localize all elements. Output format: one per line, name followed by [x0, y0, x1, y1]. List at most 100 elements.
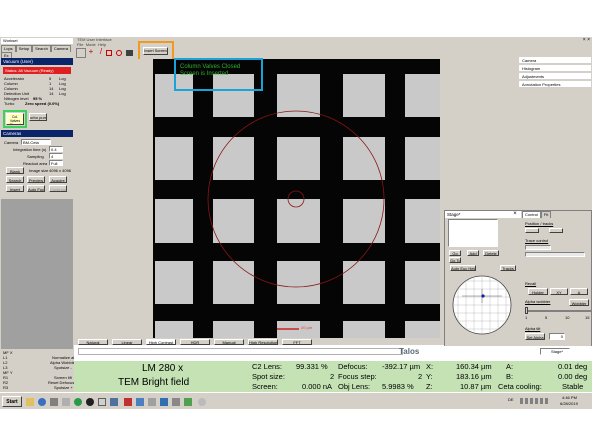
trace-input-2[interactable]	[525, 252, 585, 257]
xy-button[interactable]: XY	[550, 288, 568, 295]
right-item-histogram[interactable]: Histogram	[519, 65, 591, 72]
taskbar-app-icon[interactable]	[136, 398, 144, 406]
holder-button[interactable]: Holder	[528, 288, 548, 295]
vacuum-row-unit: Log	[59, 91, 66, 96]
readout-select[interactable]: Full	[49, 160, 63, 166]
stage-selector[interactable]: Stage*	[540, 348, 570, 355]
vacuum-body: Status: All Vacuum (Ready) Accelerator 5…	[1, 65, 73, 130]
taskbar-app-icon[interactable]	[110, 398, 118, 406]
right-item-adjustments[interactable]: Adjustments	[519, 73, 591, 80]
stage-delete-button[interactable]: Delete	[483, 250, 499, 256]
acquire-button[interactable]: Acquire	[49, 176, 67, 183]
stage-control-tabs: Control Fit	[522, 211, 592, 218]
tracks-button[interactable]: Tracks	[500, 265, 516, 271]
tab-search[interactable]: Search	[32, 45, 51, 52]
stage-add-button[interactable]: Add	[467, 250, 479, 256]
stage-small-button[interactable]	[525, 228, 539, 233]
select-icon[interactable]	[76, 48, 86, 58]
recall-label: Recall	[525, 281, 537, 286]
taskbar-app-icon[interactable]	[86, 398, 94, 406]
defocus-label: Defocus:	[338, 362, 368, 371]
vacuum-header[interactable]: Vacuum (User)	[1, 58, 73, 65]
auto-focus-button[interactable]: Auto Focus	[27, 185, 45, 192]
clock-date[interactable]: 6/28/2019	[560, 401, 578, 406]
tray-icons	[520, 398, 548, 404]
taskbar-app-icon[interactable]	[172, 398, 180, 406]
integration-input[interactable]: 0.4	[49, 146, 63, 152]
col-valves-closed-button[interactable]: Col. Valves Closed	[6, 113, 24, 125]
position-tracks-label: Position / tracks	[525, 221, 554, 226]
continuous-button[interactable]: Continuous	[49, 185, 67, 192]
y-label: Y:	[426, 372, 433, 381]
ceta-label: Ceta cooling:	[498, 382, 542, 391]
sampling-select[interactable]: 4	[49, 153, 63, 159]
integration-label: Integration time (s)	[13, 147, 47, 152]
insert-screen-button[interactable]: Insert Screen	[143, 47, 168, 55]
circle-icon[interactable]	[116, 50, 122, 56]
tab-hdr[interactable]: HDR	[180, 339, 210, 345]
clock-time[interactable]: 4:46 PM	[562, 395, 577, 400]
tab-manual[interactable]: Manual	[214, 339, 244, 345]
x-label: X:	[426, 362, 434, 371]
status-input[interactable]	[78, 348, 403, 355]
taskbar-app-icon[interactable]	[26, 398, 34, 406]
right-item-camera[interactable]: Camera	[519, 57, 591, 64]
col-valves-highlight: Col. Valves Closed	[3, 110, 27, 128]
image-size-value: 4096 x 4096	[49, 168, 72, 173]
taskbar-app-icon[interactable]	[50, 398, 58, 406]
line-icon[interactable]: /	[96, 48, 106, 58]
alpha-value-input[interactable]: 0	[549, 333, 565, 340]
stage-goto-button[interactable]: Go To	[449, 257, 461, 263]
a-button[interactable]: A	[570, 288, 588, 295]
tab-fft[interactable]: FFT	[282, 339, 312, 345]
taskbar-app-icon[interactable]	[184, 398, 192, 406]
right-panel-close-icon[interactable]: × ×	[578, 37, 590, 43]
auto-euc-height-button[interactable]: Auto Euc Height	[450, 265, 476, 271]
camera-select[interactable]: BM-Ceta	[21, 139, 51, 145]
start-button[interactable]: Start	[2, 396, 22, 407]
right-item-annotation-properties[interactable]: Annotation Properties	[519, 81, 591, 88]
taskbar-app-icon[interactable]	[74, 398, 82, 406]
camera-snap-icon[interactable]	[126, 50, 133, 56]
taskbar-app-icon[interactable]	[62, 398, 70, 406]
taskbar-app-icon[interactable]	[160, 398, 168, 406]
trace-control-label: Trace control	[525, 238, 549, 243]
stage-map[interactable]	[450, 273, 514, 337]
preview-button[interactable]: Preview	[27, 176, 45, 183]
rectangle-icon[interactable]	[106, 50, 112, 56]
stage-small-button-2[interactable]	[549, 228, 563, 233]
stage-go-button[interactable]: Go	[449, 250, 461, 256]
tab-high-resolution[interactable]: High Resolution	[248, 339, 278, 345]
taskbar-app-icon[interactable]	[98, 398, 106, 406]
cameras-header[interactable]: Cameras	[1, 130, 73, 137]
taskbar-app-icon[interactable]	[198, 398, 206, 406]
search-button[interactable]: Search	[6, 176, 24, 183]
tab-lops[interactable]: Lops	[1, 45, 16, 52]
tab-camera[interactable]: Camera	[50, 45, 72, 52]
alpha-slider-track[interactable]	[525, 310, 591, 312]
alpha-slider-thumb[interactable]	[525, 307, 528, 314]
set-alpha-button[interactable]: Set Alpha	[525, 333, 545, 340]
image-view: 20 µm	[153, 59, 440, 338]
tab-fit[interactable]: Fit	[540, 211, 552, 218]
taskbar-app-icon[interactable]	[38, 398, 46, 406]
language-indicator[interactable]: DE	[508, 397, 514, 403]
turbo-pump-button[interactable]: urbo pump	[29, 113, 47, 121]
tab-setup[interactable]: Setup	[15, 45, 33, 52]
wobbler-button[interactable]: Wobbler	[569, 299, 589, 306]
blank-button[interactable]: Blank	[6, 167, 24, 174]
insert-button[interactable]: Insert	[6, 185, 24, 192]
cross-icon[interactable]: +	[86, 48, 96, 58]
overlay-line-2: Screen is Inserted	[180, 71, 229, 77]
stage-position-list[interactable]	[448, 219, 498, 247]
slider-tick: 1	[525, 315, 528, 320]
tab-high-contrast[interactable]: High Contrast	[146, 339, 176, 345]
taskbar-app-icon[interactable]	[148, 398, 156, 406]
tab-control[interactable]: Control	[522, 211, 541, 218]
stage-close-icon[interactable]: ×	[511, 211, 519, 218]
taskbar-app-icon[interactable]	[124, 398, 132, 406]
a-label: A:	[506, 362, 514, 371]
tab-natural[interactable]: Natural	[78, 339, 108, 345]
tab-linear[interactable]: Linear	[112, 339, 142, 345]
trace-input[interactable]	[525, 245, 551, 250]
